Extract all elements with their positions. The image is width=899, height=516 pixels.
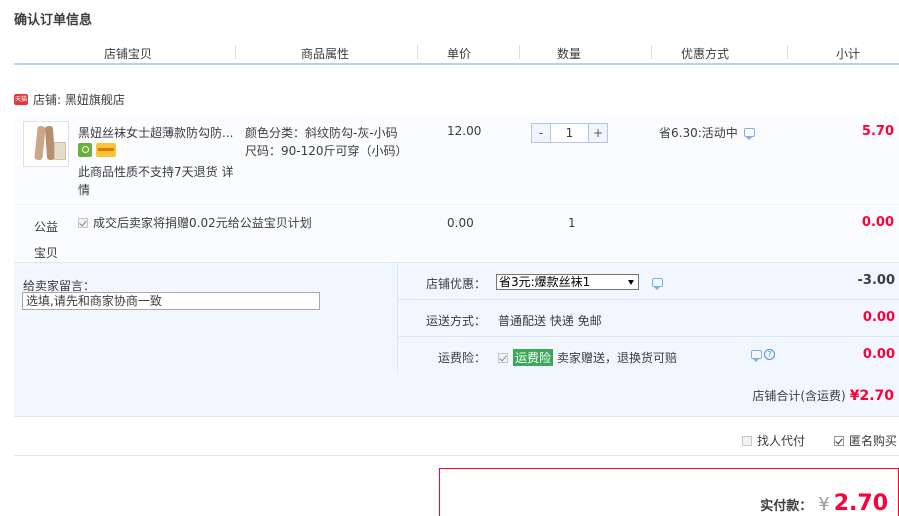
column-subtotal: 小计 <box>836 47 861 61</box>
column-discount: 优惠方式 <box>681 47 730 61</box>
payment-box: 实付款： ¥ 2.70 <box>439 468 899 516</box>
column-attributes: 商品属性 <box>301 47 350 61</box>
insurance-tag: 运费险 <box>513 349 554 366</box>
tmall-badge-icon: 天猫 <box>14 93 28 105</box>
chat-icon[interactable] <box>751 350 762 362</box>
promo-info: 省6.30:活动中 <box>659 124 755 141</box>
refund-note[interactable]: 此商品性质不支持7天退货 详情 <box>78 163 243 199</box>
charity-text: 成交后卖家将捐赠0.02元给公益宝贝计划 <box>93 216 312 230</box>
charity-price: 0.00 <box>447 216 474 230</box>
item-subtotal: 5.70 <box>861 124 894 139</box>
discount-selected-value: 省3元:爆款丝袜1 <box>499 275 591 289</box>
service-icons <box>78 143 116 157</box>
column-separator <box>417 45 418 59</box>
insurance-row: 运费险： 运费险 卖家赠送，退换货可赔 ? 0.00 <box>398 337 899 374</box>
insurance-value: 运费险 卖家赠送，退换货可赔 <box>498 349 677 366</box>
charity-subtotal: 0.00 <box>861 215 894 230</box>
insurance-checkbox[interactable] <box>498 352 508 363</box>
proxy-pay-label: 找人代付 <box>757 434 806 448</box>
qty-minus-button[interactable]: - <box>531 123 551 143</box>
shop-line: 天猫 店铺: 黑妞旗舰店 <box>14 91 125 107</box>
shop-name-link[interactable]: 店铺: 黑妞旗舰店 <box>33 91 125 108</box>
discount-select[interactable]: 省3元:爆款丝袜1 <box>496 274 639 290</box>
shop-total-label: 店铺合计(含运费) <box>752 389 846 403</box>
column-unit-price: 单价 <box>447 47 472 61</box>
promo-text: 省6.30:活动中 <box>659 126 738 140</box>
charity-row: 公益宝贝 成交后卖家将捐赠0.02元给公益宝贝计划 0.00 1 0.00 <box>14 206 899 262</box>
column-quantity: 数量 <box>557 47 582 61</box>
shipping-label: 运送方式： <box>425 314 486 328</box>
insurance-label: 运费险： <box>437 351 486 365</box>
proxy-pay-checkbox[interactable] <box>742 435 752 446</box>
help-icon[interactable]: ? <box>764 349 775 360</box>
product-thumbnail[interactable] <box>23 121 69 167</box>
credit-card-icon[interactable] <box>96 143 116 157</box>
column-separator <box>235 45 236 59</box>
charity-desc: 成交后卖家将捐赠0.02元给公益宝贝计划 <box>78 214 312 231</box>
attr-color: 颜色分类：斜纹防勾-灰-小码 <box>245 126 398 140</box>
chat-icon[interactable] <box>652 278 663 290</box>
anonymous-option[interactable]: 匿名购买 <box>834 432 897 449</box>
column-separator <box>787 45 788 59</box>
anonymous-checkbox[interactable] <box>834 435 844 446</box>
column-separator <box>651 45 652 59</box>
column-shop-item: 店铺宝贝 <box>104 47 153 61</box>
discount-row: 店铺优惠： 省3元:爆款丝袜1 -3.00 <box>398 263 899 300</box>
product-row: 黑妞丝袜女士超薄款防勾防... 此商品性质不支持7天退货 详情 颜色分类：斜纹防… <box>14 117 899 205</box>
anonymous-label: 匿名购买 <box>849 434 898 448</box>
page-title: 确认订单信息 <box>14 13 93 28</box>
insurance-amount: 0.00 <box>862 347 895 362</box>
shop-total-value: ¥2.70 <box>849 388 894 404</box>
charity-label: 公益宝贝 <box>33 220 58 260</box>
discount-amount: -3.00 <box>857 273 895 288</box>
proxy-pay-option[interactable]: 找人代付 <box>742 432 805 449</box>
guarantee-icon[interactable] <box>78 143 92 157</box>
message-input[interactable]: 选填,请先和商家协商一致 <box>22 292 320 310</box>
dropdown-arrow-icon <box>628 280 634 285</box>
discount-label: 店铺优惠： <box>425 277 486 291</box>
shipping-row: 运送方式： 普通配送 快递 免邮 0.00 <box>398 300 899 337</box>
shipping-value: 普通配送 快递 免邮 <box>498 314 602 328</box>
shipping-amount: 0.00 <box>862 310 895 325</box>
quantity-stepper: - 1 + <box>531 123 608 143</box>
anon-bar: 找人代付 匿名购买 <box>14 419 899 456</box>
charity-checkbox[interactable] <box>78 217 88 228</box>
qty-plus-button[interactable]: + <box>588 123 608 143</box>
insurance-help: ? <box>751 349 775 362</box>
payment-label: 实付款： <box>760 499 813 514</box>
payment-amount: 2.70 <box>833 491 888 516</box>
shop-total: 店铺合计(含运费) ¥2.70 <box>752 387 894 404</box>
order-options-panel: 给卖家留言： 选填,请先和商家协商一致 店铺优惠： 省3元:爆款丝袜1 -3.0… <box>14 262 899 417</box>
unit-price: 12.00 <box>447 124 482 138</box>
attr-size: 尺码：90-120斤可穿（小码） <box>245 144 408 158</box>
options-column: 店铺优惠： 省3元:爆款丝袜1 -3.00 运送方式： 普通配送 快递 免邮 0… <box>397 263 899 374</box>
insurance-text: 卖家赠送，退换货可赔 <box>557 351 678 365</box>
column-separator <box>519 45 520 59</box>
charity-qty: 1 <box>568 216 576 230</box>
chat-icon[interactable] <box>743 128 755 140</box>
payment-line: 实付款： ¥ 2.70 <box>760 491 888 516</box>
product-title-link[interactable]: 黑妞丝袜女士超薄款防勾防... <box>78 124 238 141</box>
column-header: 店铺宝贝 商品属性 单价 数量 优惠方式 小计 <box>14 41 899 65</box>
qty-input[interactable]: 1 <box>551 123 588 143</box>
currency-symbol: ¥ <box>818 494 830 515</box>
